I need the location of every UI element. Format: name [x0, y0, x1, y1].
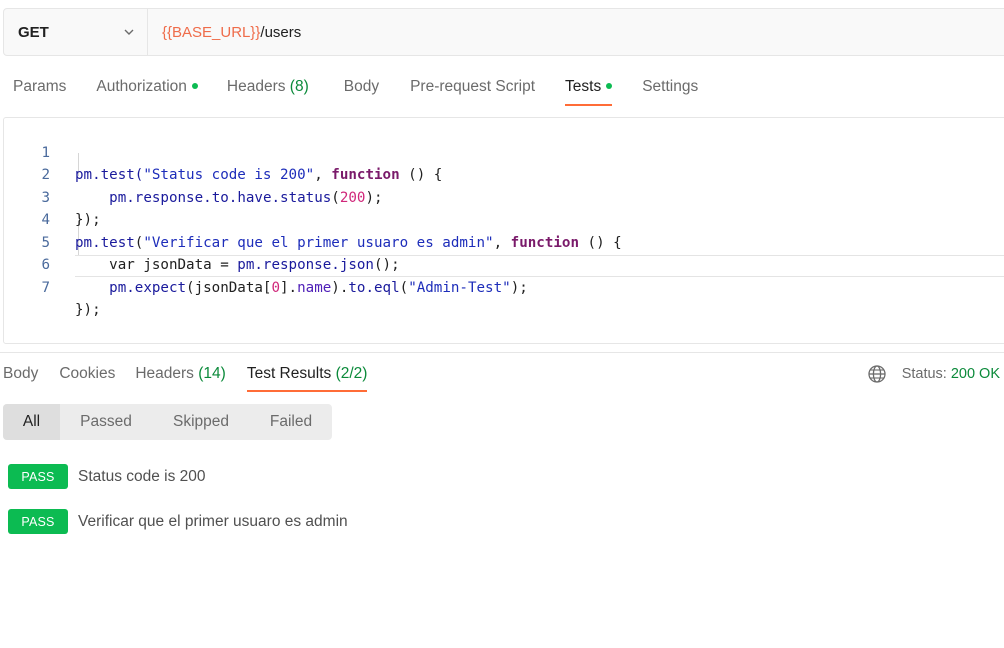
pass-badge: PASS — [8, 509, 68, 534]
tab-params[interactable]: Params — [13, 74, 66, 107]
tab-settings[interactable]: Settings — [642, 74, 698, 107]
response-tabs: Body Cookies Headers (14) Test Results (… — [3, 362, 367, 394]
tab-count: (8) — [289, 78, 309, 95]
filter-all[interactable]: All — [3, 404, 60, 440]
request-tabs: Params Authorization Headers (8) Body Pr… — [0, 74, 698, 108]
code-line: 7 }); — [4, 254, 1004, 319]
code-line: 3 }); — [4, 164, 1004, 229]
status-label: Status: — [901, 366, 947, 382]
tab-label: Test Results — [246, 365, 332, 382]
code-text: }); — [75, 302, 101, 318]
test-result-row: PASS Verificar que el primer usuaro es a… — [8, 509, 348, 534]
pane-divider[interactable] — [0, 352, 1004, 353]
filter-failed[interactable]: Failed — [250, 404, 332, 440]
filter-label: All — [22, 413, 41, 430]
chevron-down-icon — [124, 29, 134, 35]
globe-icon[interactable] — [867, 364, 887, 384]
tab-label: Authorization — [96, 78, 187, 95]
test-results-filter: All Passed Skipped Failed — [3, 404, 332, 440]
tab-label: Headers — [226, 78, 286, 95]
code-line: 1 pm.test("Status code is 200", function… — [4, 119, 1004, 184]
tab-headers[interactable]: Headers (8) — [227, 74, 309, 107]
tab-authorization[interactable]: Authorization — [96, 74, 198, 107]
filter-passed[interactable]: Passed — [60, 404, 152, 440]
tab-tests[interactable]: Tests — [565, 74, 613, 107]
tab-pre-request-script[interactable]: Pre-request Script — [410, 74, 535, 107]
tab-label: Params — [13, 78, 67, 95]
tests-script-editor[interactable]: 1 pm.test("Status code is 200", function… — [3, 117, 1004, 344]
status-code[interactable]: 200 OK — [951, 366, 1000, 382]
tab-label: Body — [3, 365, 39, 382]
code-text: pm.expect(jsonData[0].name).to.eql("Admi… — [75, 279, 528, 296]
line-number: 7 — [41, 279, 50, 296]
tab-label: Pre-request Script — [410, 78, 536, 95]
url-variable: {{BASE_URL}} — [162, 23, 261, 41]
method-label: GET — [18, 23, 49, 41]
method-select[interactable]: GET — [4, 9, 148, 55]
status-dot — [606, 82, 613, 89]
test-result-row: PASS Status code is 200 — [8, 464, 206, 489]
url-path: /users — [260, 23, 302, 41]
url-input[interactable]: {{BASE_URL}}/users — [148, 24, 301, 41]
code-line: 2 pm.response.to.have.status(200); — [4, 142, 1004, 206]
pass-badge: PASS — [8, 464, 68, 489]
tab-label: Cookies — [59, 365, 116, 382]
filter-label: Passed — [80, 413, 132, 430]
tab-label: Body — [343, 78, 380, 95]
test-name: Verificar que el primer usuaro es admin — [78, 512, 348, 530]
filter-skipped[interactable]: Skipped — [152, 404, 250, 440]
tab-response-headers[interactable]: Headers (14) — [135, 362, 225, 393]
tab-cookies[interactable]: Cookies — [59, 362, 115, 393]
tab-response-body[interactable]: Body — [3, 362, 38, 393]
response-status: Status: 200 OK — [867, 364, 1000, 384]
code-line: 5 var jsonData = pm.response.json(); — [4, 209, 1004, 274]
tab-count: (2/2) — [335, 365, 368, 382]
status-dot — [191, 82, 198, 89]
request-bar: GET {{BASE_URL}}/users — [3, 8, 1004, 56]
tab-label: Headers — [135, 365, 194, 382]
tab-test-results[interactable]: Test Results (2/2) — [246, 362, 368, 393]
code-line: 4 pm.test("Verificar que el primer usuar… — [4, 187, 1004, 251]
tab-count: (14) — [198, 365, 226, 382]
code-line: 6 pm.expect(jsonData[0].name).to.eql("Ad… — [4, 232, 1004, 296]
filter-label: Failed — [269, 413, 313, 430]
filter-label: Skipped — [172, 413, 229, 430]
test-name: Status code is 200 — [78, 467, 206, 485]
tab-body[interactable]: Body — [344, 74, 379, 107]
tab-label: Settings — [642, 78, 699, 95]
tab-label: Tests — [565, 78, 602, 95]
